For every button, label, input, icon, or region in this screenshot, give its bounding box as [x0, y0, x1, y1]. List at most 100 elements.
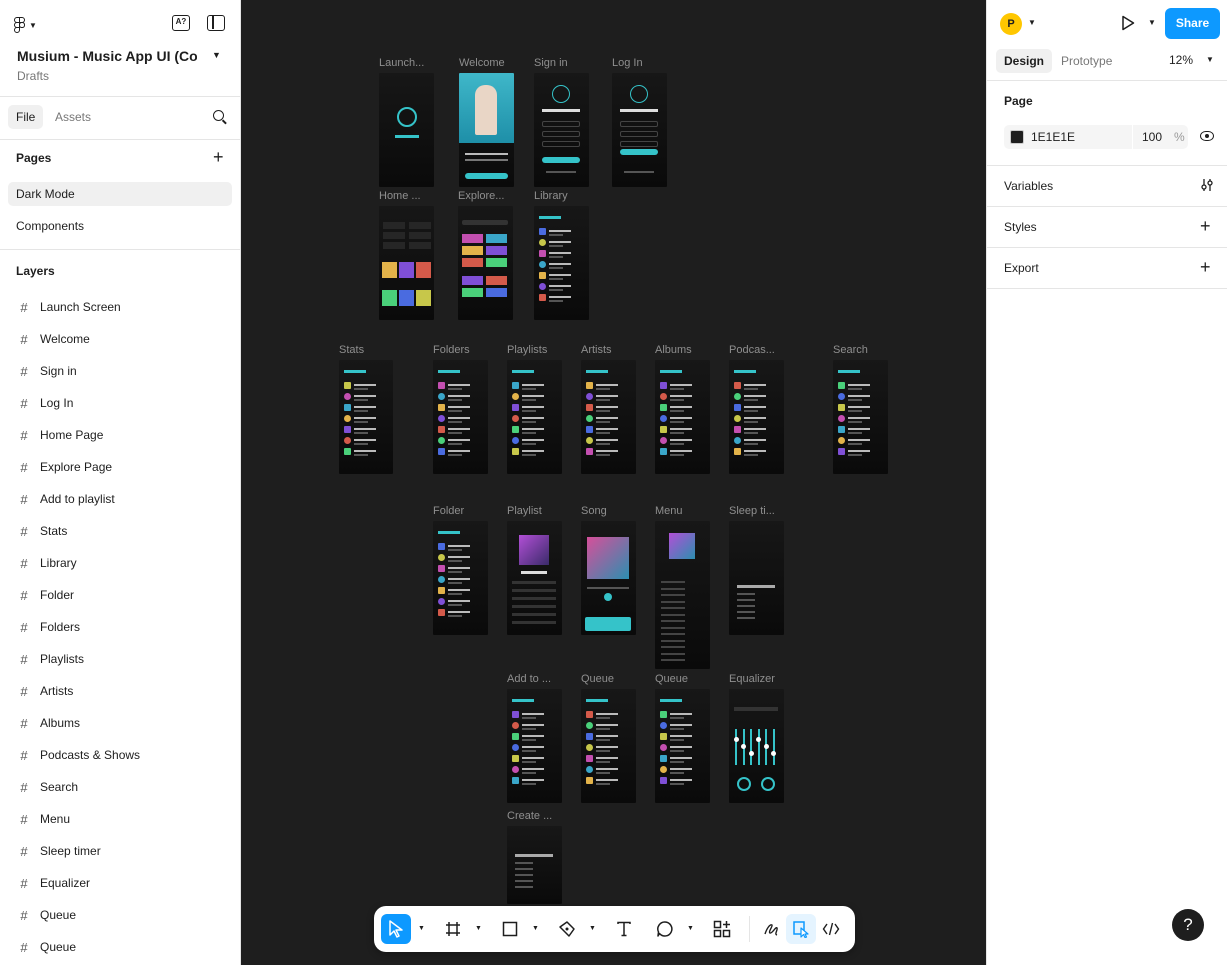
frame-thumbnail[interactable] [729, 360, 784, 474]
frame-label[interactable]: Artists [581, 344, 612, 356]
frame-thumbnail[interactable] [612, 73, 667, 187]
layer-item[interactable]: # Albums [0, 707, 240, 739]
tab-design[interactable]: Design [996, 49, 1053, 73]
frame-label[interactable]: Sleep ti... [729, 505, 775, 517]
frame-label[interactable]: Explore... [458, 190, 504, 202]
frame-thumbnail[interactable] [833, 360, 888, 474]
frame-thumbnail[interactable] [339, 360, 393, 474]
add-page-icon[interactable]: + [213, 148, 224, 166]
help-button[interactable]: ? [1172, 909, 1204, 941]
frame-label[interactable]: Search [833, 344, 868, 356]
frame-label[interactable]: Welcome [459, 57, 505, 69]
page-item-dark-mode[interactable]: Dark Mode [8, 182, 232, 206]
frame-label[interactable]: Song [581, 505, 607, 517]
layer-item[interactable]: # Launch Screen [0, 291, 240, 323]
dev-mode-icon[interactable] [816, 914, 846, 944]
tab-file[interactable]: File [8, 105, 44, 129]
font-icon[interactable]: A? [172, 15, 190, 31]
frame-thumbnail[interactable] [534, 73, 589, 187]
layer-item[interactable]: # Add to playlist [0, 483, 240, 515]
frame-label[interactable]: Podcas... [729, 344, 775, 356]
layer-item[interactable]: # Home Page [0, 419, 240, 451]
layer-item[interactable]: # Menu [0, 803, 240, 835]
frame-label[interactable]: Launch... [379, 57, 424, 69]
layer-item[interactable]: # Welcome [0, 323, 240, 355]
share-button[interactable]: Share [1165, 8, 1220, 39]
chevron-down-icon[interactable]: ▼ [1028, 18, 1036, 27]
zoom-level[interactable]: 12% [1169, 53, 1193, 67]
draw-mode-icon[interactable] [756, 914, 786, 944]
chevron-down-icon[interactable]: ▼ [475, 925, 482, 932]
layer-item[interactable]: # Queue [0, 899, 240, 931]
frame-thumbnail[interactable] [379, 206, 434, 320]
design-mode-icon[interactable] [786, 914, 816, 944]
frame-label[interactable]: Log In [612, 57, 643, 69]
frame-label[interactable]: Albums [655, 344, 692, 356]
frame-label[interactable]: Folders [433, 344, 470, 356]
frame-tool-icon[interactable] [438, 914, 468, 944]
layer-item[interactable]: # Search [0, 771, 240, 803]
add-export-icon[interactable]: + [1200, 258, 1211, 276]
page-opacity[interactable]: 100 [1142, 130, 1162, 144]
rectangle-tool-icon[interactable] [495, 914, 525, 944]
frame-thumbnail[interactable] [459, 73, 514, 187]
chevron-down-icon[interactable]: ▼ [589, 925, 596, 932]
tab-assets[interactable]: Assets [47, 105, 99, 129]
frame-label[interactable]: Stats [339, 344, 364, 356]
layer-item[interactable]: # Podcasts & Shows [0, 739, 240, 771]
main-menu-button[interactable]: ▼ [14, 14, 46, 36]
frame-label[interactable]: Playlist [507, 505, 542, 517]
layer-item[interactable]: # Library [0, 547, 240, 579]
frame-thumbnail[interactable] [729, 689, 784, 803]
frame-label[interactable]: Add to ... [507, 673, 551, 685]
layer-item[interactable]: # Artists [0, 675, 240, 707]
sidebar-toggle-icon[interactable] [207, 15, 225, 31]
move-tool-icon[interactable] [381, 914, 411, 944]
frame-thumbnail[interactable] [433, 521, 488, 635]
pen-tool-icon[interactable] [552, 914, 582, 944]
chevron-down-icon[interactable]: ▼ [212, 50, 221, 60]
frame-thumbnail[interactable] [581, 689, 636, 803]
frame-label[interactable]: Sign in [534, 57, 568, 69]
frame-label[interactable]: Menu [655, 505, 683, 517]
frame-label[interactable]: Playlists [507, 344, 547, 356]
comment-tool-icon[interactable] [650, 914, 680, 944]
chevron-down-icon[interactable]: ▼ [532, 925, 539, 932]
frame-thumbnail[interactable] [507, 521, 562, 635]
frame-label[interactable]: Folder [433, 505, 464, 517]
frame-label[interactable]: Library [534, 190, 568, 202]
text-tool-icon[interactable] [609, 914, 639, 944]
layer-item[interactable]: # Log In [0, 387, 240, 419]
frame-label[interactable]: Queue [655, 673, 688, 685]
frame-thumbnail[interactable] [507, 826, 562, 904]
frame-thumbnail[interactable] [507, 689, 562, 803]
canvas[interactable]: Launch... Welcome Sign in Log In Home ... Exp… [241, 0, 986, 965]
frame-label[interactable]: Create ... [507, 810, 552, 822]
chevron-down-icon[interactable]: ▼ [687, 925, 694, 932]
frame-thumbnail[interactable] [655, 521, 710, 669]
actions-icon[interactable] [707, 914, 737, 944]
layer-item[interactable]: # Equalizer [0, 867, 240, 899]
frame-thumbnail[interactable] [655, 360, 710, 474]
avatar[interactable]: P [1000, 13, 1022, 35]
layer-item[interactable]: # Stats [0, 515, 240, 547]
search-icon[interactable] [213, 110, 224, 121]
frame-thumbnail[interactable] [655, 689, 710, 803]
chevron-down-icon[interactable]: ▼ [1148, 18, 1156, 27]
present-play-icon[interactable] [1121, 15, 1135, 31]
file-title[interactable]: Musium - Music App UI (Co... [17, 48, 197, 64]
frame-label[interactable]: Home ... [379, 190, 421, 202]
page-color-field[interactable]: 1E1E1E 100 % [1004, 125, 1188, 149]
frame-thumbnail[interactable] [581, 521, 636, 635]
tab-prototype[interactable]: Prototype [1053, 49, 1120, 73]
page-color-hex[interactable]: 1E1E1E [1031, 130, 1075, 144]
variables-icon[interactable] [1200, 178, 1214, 192]
frame-thumbnail[interactable] [433, 360, 488, 474]
frame-thumbnail[interactable] [507, 360, 562, 474]
layer-item[interactable]: # Folder [0, 579, 240, 611]
layer-item[interactable]: # Playlists [0, 643, 240, 675]
frame-thumbnail[interactable] [379, 73, 434, 187]
frame-label[interactable]: Queue [581, 673, 614, 685]
layer-item[interactable]: # Queue [0, 931, 240, 963]
page-item-components[interactable]: Components [8, 214, 232, 238]
